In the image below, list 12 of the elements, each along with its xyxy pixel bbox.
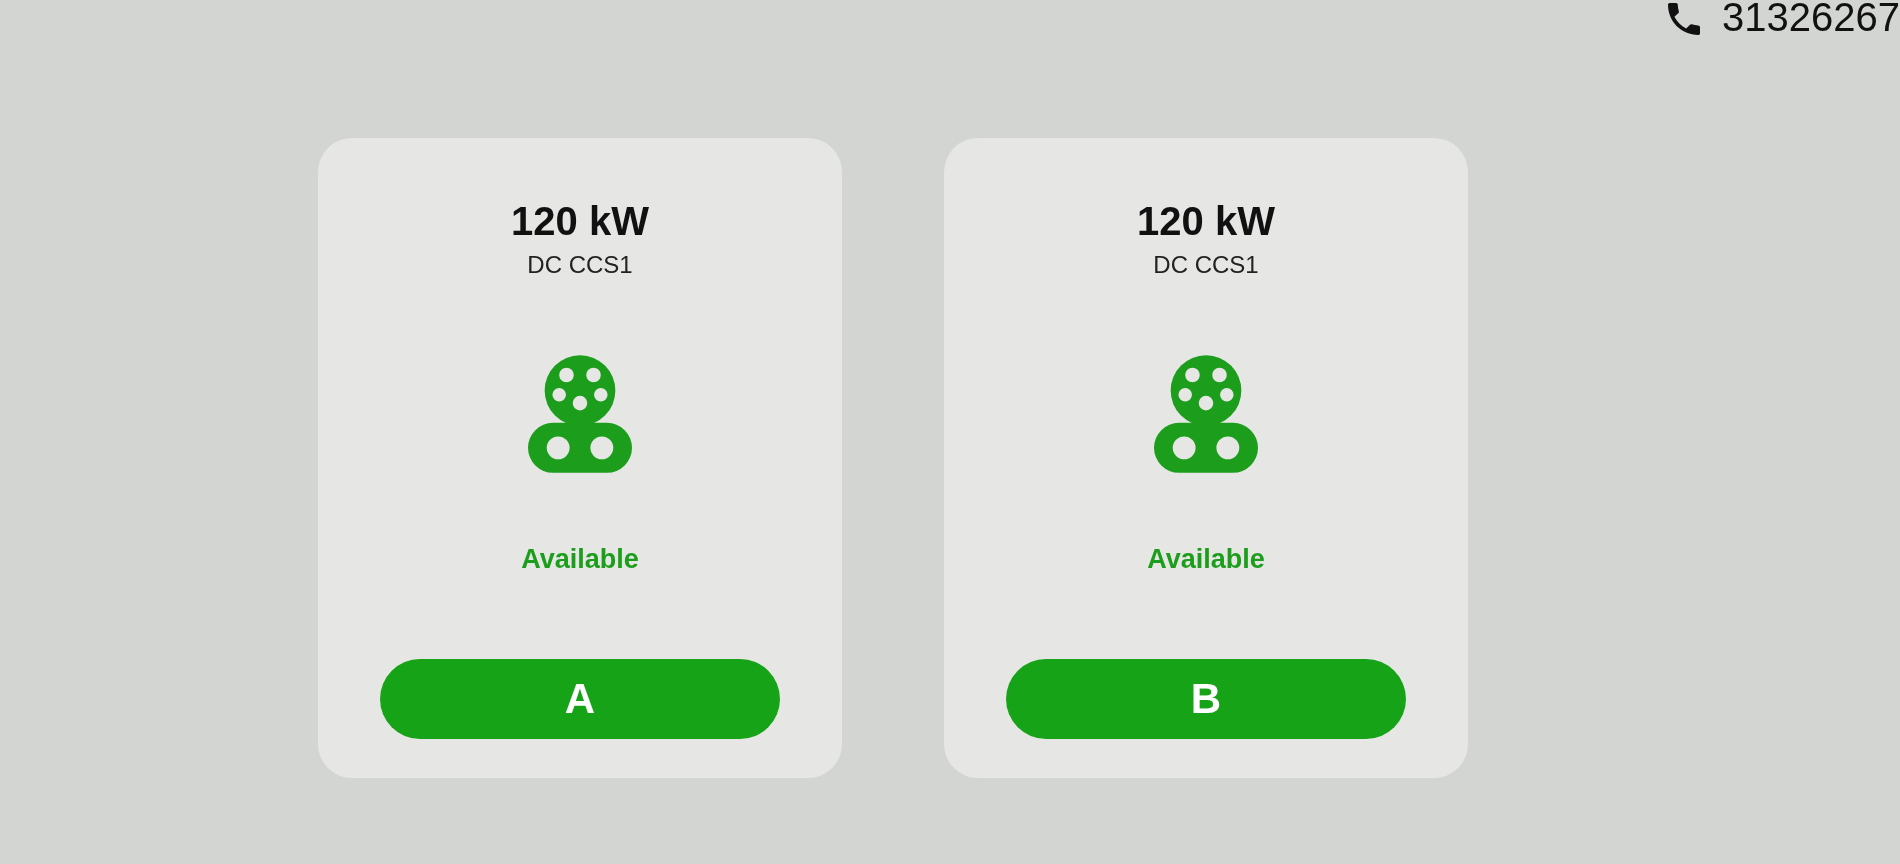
phone-icon bbox=[1668, 3, 1701, 35]
power-rating: 120 kW bbox=[1137, 198, 1275, 244]
ccs-plug-icon bbox=[528, 354, 632, 473]
connector-type: DC CCS1 bbox=[1153, 250, 1259, 280]
phone-number: 31326267 bbox=[1722, 0, 1900, 37]
status-label: Available bbox=[1147, 543, 1265, 575]
power-rating: 120 kW bbox=[511, 198, 649, 244]
ccs-plug-icon bbox=[1154, 354, 1258, 473]
connector-type: DC CCS1 bbox=[527, 250, 633, 280]
status-label: Available bbox=[521, 543, 639, 575]
connector-button[interactable]: B bbox=[1006, 659, 1406, 739]
connector-button[interactable]: A bbox=[380, 659, 780, 739]
